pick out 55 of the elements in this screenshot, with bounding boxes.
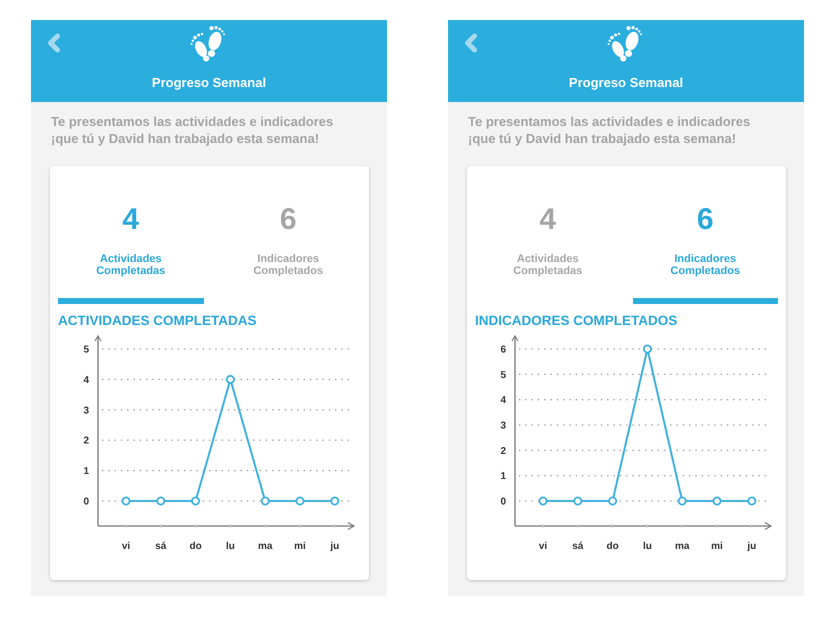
x-tick-label: lu — [226, 541, 235, 552]
y-tick-label: 4 — [500, 395, 506, 406]
stat-tab[interactable]: 6 Indicadores Completados — [216, 166, 361, 304]
chart-point — [678, 496, 687, 506]
y-tick-label: 2 — [500, 446, 506, 457]
chevron-left-icon — [464, 33, 478, 53]
x-tick-label: ju — [330, 541, 340, 552]
y-tick-label: 5 — [500, 370, 506, 381]
stat-tab[interactable]: 6 Indicadores Completados — [632, 166, 778, 304]
chart-point — [122, 496, 130, 506]
chart-title: INDICADORES COMPLETADOS — [475, 312, 678, 329]
x-tick-label: do — [606, 541, 619, 552]
chart-point — [573, 496, 582, 506]
x-tick-label: ma — [674, 541, 690, 552]
chart-point — [226, 374, 235, 384]
y-tick-label: 3 — [83, 405, 89, 416]
y-tick-label: 0 — [83, 496, 89, 508]
screen-title: Progreso Semanal — [568, 75, 684, 91]
chart-point — [608, 496, 618, 506]
y-tick-label: 6 — [500, 344, 506, 356]
stat-tab[interactable]: 4 Actividades Completadas — [58, 166, 204, 304]
y-tick-label: 1 — [500, 471, 506, 482]
y-tick-label: 0 — [500, 496, 506, 508]
chart-title: ACTIVIDADES COMPLETADAS — [58, 312, 258, 329]
chart-point — [642, 344, 652, 354]
y-tick-label: 4 — [83, 374, 89, 386]
y-tick-label: 2 — [83, 436, 89, 447]
chart-point — [260, 496, 270, 506]
chart-point — [712, 496, 722, 506]
x-tick-label: do — [190, 541, 202, 552]
chart-point — [191, 496, 200, 506]
x-tick-label: sá — [155, 541, 166, 552]
x-tick-label: mi — [711, 541, 723, 552]
chart-point — [330, 496, 340, 506]
x-tick-label: vi — [122, 541, 130, 552]
chart-point — [538, 496, 548, 506]
x-tick-label: ma — [258, 541, 272, 552]
y-tick-label: 3 — [500, 420, 506, 432]
intro-text: Te presentamos las actividades e indicadores ¡que tú y David han trabajado esta semana! — [468, 113, 752, 147]
x-tick-label: vi — [538, 541, 548, 552]
y-tick-label: 1 — [83, 466, 89, 478]
footprints-icon — [190, 25, 228, 63]
x-tick-label: sá — [572, 541, 584, 552]
x-tick-label: lu — [642, 541, 652, 552]
stat-tab[interactable]: 4 Actividades Completadas — [475, 166, 620, 304]
footprints-icon — [607, 25, 645, 63]
y-tick-label: 5 — [83, 344, 89, 356]
chevron-left-icon — [47, 33, 61, 53]
chart-point — [156, 496, 166, 506]
intro-text: Te presentamos las actividades e indicadores ¡que tú y David han trabajado esta semana! — [51, 113, 334, 147]
chart-point — [747, 496, 756, 506]
screen-title: Progreso Semanal — [152, 75, 266, 91]
x-tick-label: ju — [747, 541, 756, 552]
chart-point — [296, 496, 304, 506]
x-tick-label: mi — [294, 541, 306, 552]
